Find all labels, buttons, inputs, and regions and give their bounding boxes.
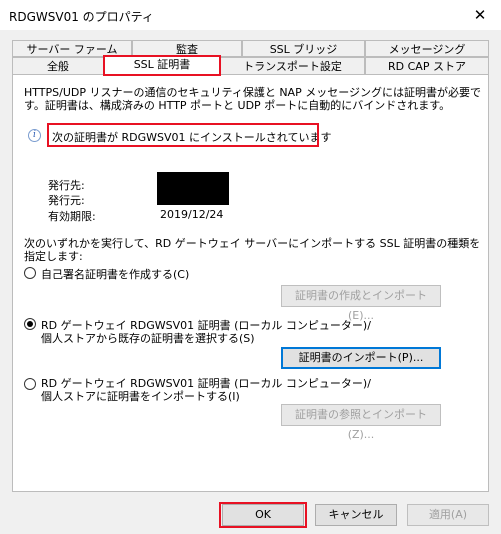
option-self-signed-label[interactable]: 自己署名証明書を作成する(C) — [41, 266, 189, 282]
redacted-certificate-name — [157, 172, 229, 205]
tab-ssl-bridge[interactable]: SSL ブリッジ — [242, 40, 365, 57]
tab-general[interactable]: 全般 — [12, 57, 104, 74]
option-select-existing-line-2[interactable]: 個人ストアから既存の証明書を選択する(S) — [41, 330, 255, 346]
radio-selected-dot — [27, 321, 33, 327]
title-bar: RDGWSV01 のプロパティ ✕ — [0, 0, 501, 30]
issued-to-label: 発行先: — [48, 179, 85, 192]
tab-rd-cap-store[interactable]: RD CAP ストア — [365, 57, 489, 74]
apply-button[interactable]: 適用(A) — [407, 504, 489, 526]
expiry-value: 2019/12/24 — [160, 208, 224, 221]
tab-transport-settings[interactable]: トランスポート設定 — [220, 57, 365, 74]
create-and-import-button[interactable]: 証明書の作成とインポート(E)... — [281, 285, 441, 322]
window-title: RDGWSV01 のプロパティ — [9, 10, 154, 24]
expiry-label: 有効期限: — [48, 210, 96, 223]
instruction-line-2: 指定します: — [24, 250, 83, 263]
instruction-line-1: 次のいずれかを実行して、RD ゲートウェイ サーバーにインポートする SSL 証… — [24, 237, 481, 250]
installed-message: 次の証明書が RDGWSV01 にインストールされています — [52, 131, 332, 144]
info-icon: i — [28, 129, 41, 142]
option-import-to-store-line-2[interactable]: 個人ストアに証明書をインポートする(I) — [41, 388, 240, 404]
radio-import-to-store[interactable] — [24, 378, 36, 390]
import-certificate-button[interactable]: 証明書のインポート(P)... — [281, 347, 441, 369]
browse-and-import-button[interactable]: 証明書の参照とインポート(Z)... — [281, 404, 441, 441]
radio-select-existing[interactable] — [24, 318, 36, 330]
close-icon[interactable]: ✕ — [468, 4, 492, 26]
description-line-2: す。証明書は、構成済みの HTTP ポートと UDP ポートに自動的にバインドさ… — [24, 99, 451, 112]
tab-ssl-certificate[interactable]: SSL 証明書 — [104, 55, 220, 74]
tab-messaging[interactable]: メッセージング — [365, 40, 489, 57]
cancel-button[interactable]: キャンセル — [315, 504, 397, 526]
issued-by-label: 発行元: — [48, 194, 85, 207]
ok-button[interactable]: OK — [222, 504, 304, 526]
radio-self-signed[interactable] — [24, 267, 36, 279]
